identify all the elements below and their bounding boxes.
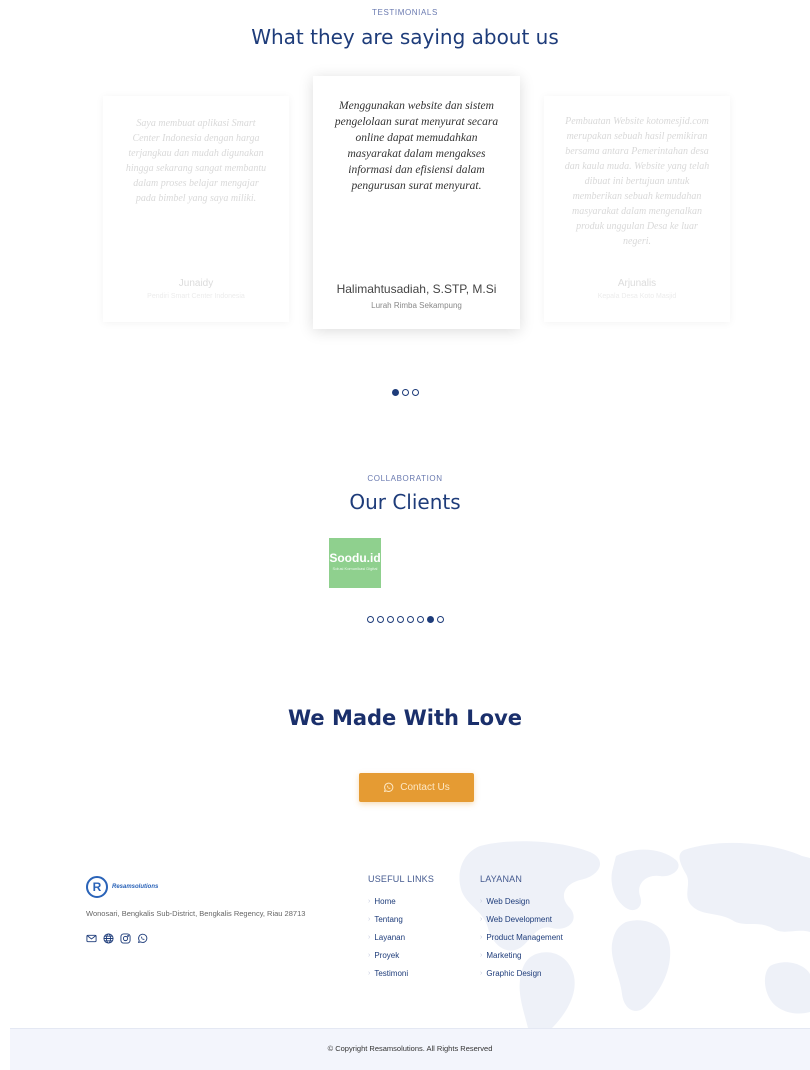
clients-title: Our Clients bbox=[349, 490, 461, 514]
footer-logo[interactable]: R Resamsolutions bbox=[86, 876, 158, 898]
testimonial-card-3: Pembuatan Website kotomesjid.com merupak… bbox=[544, 96, 730, 322]
footer: R Resamsolutions Wonosari, Bengkalis Sub… bbox=[10, 836, 810, 1028]
client-logo-text: Soodu.id bbox=[329, 551, 381, 565]
testimonial-name: Junaidy bbox=[178, 278, 214, 289]
testimonial-role: Kepala Desa Koto Masjid bbox=[597, 293, 677, 300]
testimonials-title: What they are saying about us bbox=[251, 25, 559, 49]
client-logo-subtext: Solusi Komunikasi Digital bbox=[332, 566, 378, 571]
clients-pagination-dot-6[interactable] bbox=[416, 616, 424, 623]
useful-links-title: USEFUL LINKS bbox=[368, 874, 435, 884]
whatsapp-icon[interactable] bbox=[137, 931, 148, 944]
footer-link-web-design[interactable]: › Web Design bbox=[480, 892, 563, 910]
testimonial-quote: Saya membuat aplikasi Smart Center Indon… bbox=[125, 118, 267, 204]
clients-pagination-dot-5[interactable] bbox=[406, 616, 414, 623]
social-links bbox=[86, 931, 148, 944]
clients-pagination bbox=[0, 616, 810, 623]
testimonial-card-2: Menggunakan website dan sistem pengelola… bbox=[313, 76, 520, 329]
testimonials-pagination-dot-1[interactable] bbox=[391, 389, 399, 396]
footer-brand: Resamsolutions bbox=[112, 884, 159, 890]
footer-link-layanan[interactable]: › Layanan bbox=[368, 928, 408, 946]
footer-link-home[interactable]: › Home bbox=[368, 892, 408, 910]
footer-link-marketing[interactable]: › Marketing bbox=[480, 947, 563, 965]
testimonial-quote: Menggunakan website dan sistem pengelola… bbox=[334, 100, 499, 192]
copyright-bar: © Copyright Resamsolutions. All Rights R… bbox=[10, 1028, 810, 1070]
testimonial-name: Arjunalis bbox=[617, 278, 657, 289]
copyright-text: © Copyright Resamsolutions. All Rights R… bbox=[327, 1044, 493, 1053]
testimonials-eyebrow: TESTIMONIALS bbox=[372, 8, 438, 17]
testimonial-role: Pendiri Smart Center Indonesia bbox=[147, 293, 245, 300]
instagram-icon[interactable] bbox=[120, 931, 131, 944]
clients-pagination-dot-7[interactable] bbox=[426, 616, 434, 623]
client-logo-soodu[interactable]: Soodu.id Solusi Komunikasi Digital bbox=[329, 538, 381, 588]
whatsapp-icon bbox=[383, 782, 394, 793]
clients-pagination-dot-1[interactable] bbox=[366, 616, 374, 623]
useful-links-list: › Home › Tentang › Layanan › Proyek › Testimo… bbox=[368, 892, 408, 983]
clients-pagination-dot-2[interactable] bbox=[376, 616, 384, 623]
contact-us-button[interactable]: Contact Us bbox=[359, 773, 474, 802]
footer-link-graphic-design[interactable]: › Graphic Design bbox=[480, 965, 563, 983]
footer-link-product-management[interactable]: › Product Management bbox=[480, 928, 563, 946]
footer-link-tentang[interactable]: › Tentang bbox=[368, 910, 408, 928]
footer-link-testimoni[interactable]: › Testimoni bbox=[368, 965, 408, 983]
cta-heading: We Made With Love bbox=[287, 706, 523, 730]
contact-us-label: Contact Us bbox=[400, 782, 450, 793]
footer-address: Wonosari, Bengkalis Sub-District, Bengka… bbox=[86, 909, 306, 918]
testimonial-card-1: Saya membuat aplikasi Smart Center Indon… bbox=[103, 96, 289, 322]
footer-link-web-development[interactable]: › Web Development bbox=[480, 910, 563, 928]
testimonial-quote: Pembuatan Website kotomesjid.com merupak… bbox=[564, 116, 710, 247]
clients-pagination-dot-8[interactable] bbox=[436, 616, 444, 623]
testimonial-name: Halimahtusadiah, S.STP, M.Si bbox=[336, 282, 497, 296]
brand-mark-icon: R bbox=[86, 876, 108, 898]
services-title: LAYANAN bbox=[480, 874, 523, 884]
clients-eyebrow: COLLABORATION bbox=[367, 474, 443, 483]
email-icon[interactable] bbox=[86, 931, 97, 943]
globe-icon[interactable] bbox=[103, 931, 114, 944]
clients-pagination-dot-3[interactable] bbox=[386, 616, 394, 623]
clients-pagination-dot-4[interactable] bbox=[396, 616, 404, 623]
testimonials-pagination-dot-3[interactable] bbox=[411, 389, 419, 396]
testimonial-role: Lurah Rimba Sekampung bbox=[371, 301, 462, 310]
footer-link-proyek[interactable]: › Proyek bbox=[368, 947, 408, 965]
testimonials-pagination bbox=[0, 389, 810, 396]
testimonials-pagination-dot-2[interactable] bbox=[401, 389, 409, 396]
services-list: › Web Design › Web Development › Product Ma… bbox=[480, 892, 563, 983]
